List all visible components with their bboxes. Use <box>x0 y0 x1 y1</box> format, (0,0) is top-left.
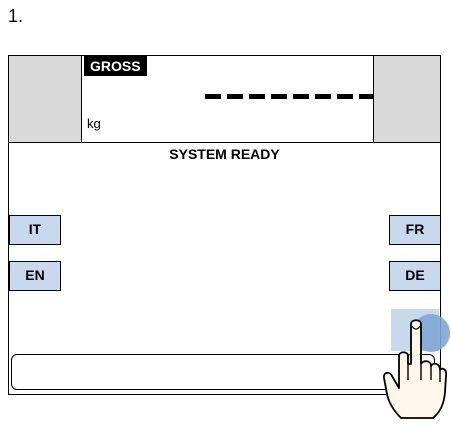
language-button-en[interactable]: EN <box>9 261 61 291</box>
pointing-hand-icon <box>383 319 447 419</box>
language-button-it[interactable]: IT <box>9 215 61 245</box>
left-corner-button[interactable] <box>9 56 82 142</box>
step-number: 1. <box>8 6 24 26</box>
message-bar <box>11 354 435 390</box>
gross-mode-label: GROSS <box>84 56 147 76</box>
weight-unit-label: kg <box>87 116 101 131</box>
language-button-fr[interactable]: FR <box>389 215 441 245</box>
language-button-de[interactable]: DE <box>389 261 441 291</box>
right-corner-button[interactable] <box>373 56 440 142</box>
system-status-text: SYSTEM READY <box>169 146 280 162</box>
scale-display-panel: GROSS kg SYSTEM READY IT EN FR DE <box>8 55 450 395</box>
weight-reading-dashes <box>205 94 373 99</box>
weight-display-header: GROSS kg <box>9 56 440 143</box>
